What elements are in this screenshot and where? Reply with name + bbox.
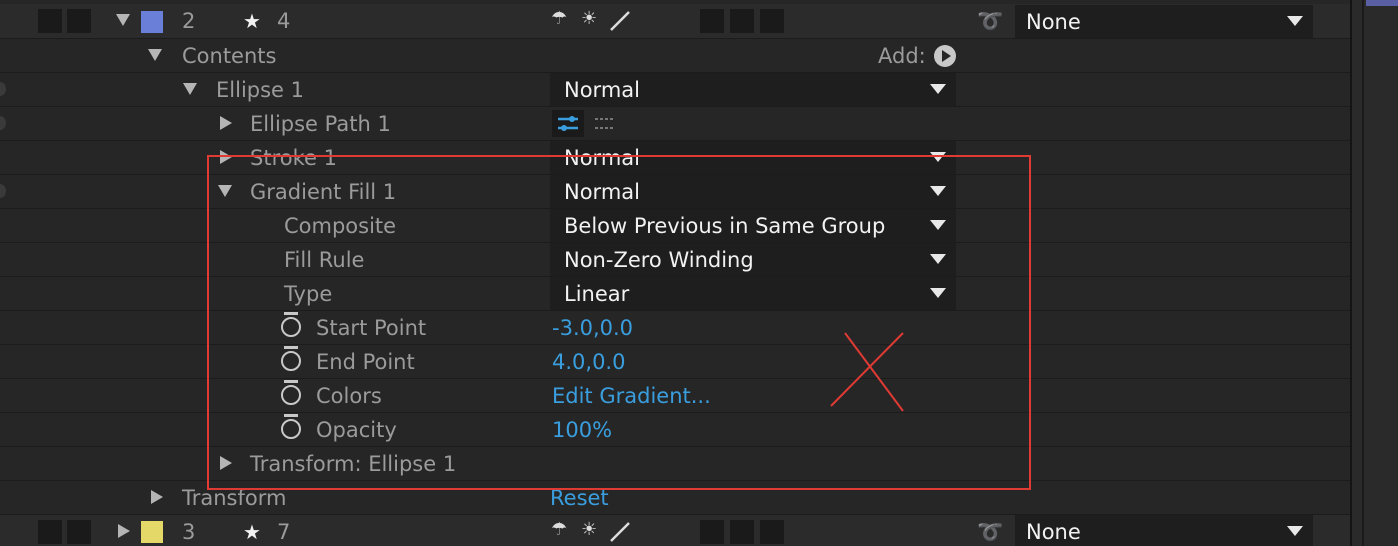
parent-value: None (1026, 520, 1081, 544)
contents-expand-toggle[interactable] (148, 49, 162, 61)
ellipse-path-row[interactable]: Ellipse Path 1 (0, 107, 1350, 141)
shy-icon[interactable]: ☂ (551, 8, 567, 29)
parent-dropdown[interactable]: None (1015, 5, 1313, 38)
contents-row[interactable]: Contents Add: (0, 39, 1350, 73)
layer-switches[interactable]: ☂ ☀ (549, 8, 639, 34)
effect-slash-icon[interactable] (607, 8, 633, 34)
star-icon: ★ (243, 520, 261, 544)
video-switch[interactable] (38, 9, 62, 33)
play-icon (942, 50, 951, 62)
layer-number: 3 (182, 520, 196, 544)
time-indicator-line (1362, 0, 1364, 546)
layer-expand-toggle[interactable] (118, 524, 130, 538)
label-color-swatch[interactable] (141, 521, 163, 543)
label-color-swatch[interactable] (141, 11, 163, 33)
video-switch[interactable] (38, 520, 62, 544)
parent-dropdown[interactable]: None (1015, 515, 1313, 546)
timeline-area[interactable] (1352, 0, 1398, 546)
star-icon: ★ (243, 9, 261, 33)
layer-source-index: 4 (277, 9, 291, 33)
ellipse-blend-dropdown[interactable]: Normal (550, 73, 956, 106)
ellipse-blend-value: Normal (564, 78, 640, 102)
timeline-panel: 2 ★ 4 ☂ ☀ ➰ None Contents Add: Ellipse 1… (0, 0, 1398, 546)
pickwhip-icon[interactable]: ➰ (977, 8, 1003, 34)
layer-switches[interactable]: ☂ ☀ (549, 519, 639, 545)
switch-box-b[interactable] (730, 520, 754, 544)
layer-expand-toggle[interactable] (116, 14, 130, 26)
ellipse-path-expand-toggle[interactable] (220, 116, 232, 130)
path-direction-reverse-icon[interactable] (589, 110, 621, 137)
ellipse-expand-toggle[interactable] (183, 83, 197, 95)
chevron-down-icon (1287, 16, 1303, 26)
quality-icon[interactable]: ☀ (581, 519, 597, 540)
switch-box-c[interactable] (760, 9, 784, 33)
switch-box-a[interactable] (700, 9, 724, 33)
contents-label: Contents (182, 44, 277, 68)
switch-box-b[interactable] (730, 9, 754, 33)
ellipse-group-label: Ellipse 1 (216, 78, 304, 102)
parent-value: None (1026, 10, 1081, 34)
ellipse-group-row[interactable]: Ellipse 1 Normal (0, 73, 1350, 107)
add-label: Add: (878, 44, 926, 68)
quality-icon[interactable]: ☀ (581, 8, 597, 29)
transform-expand-toggle[interactable] (151, 490, 163, 504)
layer-row-3[interactable]: 3 ★ 7 ☂ ☀ ➰ None (0, 515, 1350, 546)
switch-box-c[interactable] (760, 520, 784, 544)
ellipse-path-label: Ellipse Path 1 (250, 112, 391, 136)
layer-row-2[interactable]: 2 ★ 4 ☂ ☀ ➰ None (0, 4, 1350, 39)
solo-switch[interactable] (67, 520, 91, 544)
highlight-box (207, 155, 1031, 490)
red-x-mark (830, 332, 904, 412)
pickwhip-icon[interactable]: ➰ (977, 519, 1003, 545)
layer-source-index: 7 (277, 520, 291, 544)
shy-icon[interactable]: ☂ (551, 519, 567, 540)
chevron-down-icon (1287, 526, 1303, 536)
effect-slash-icon[interactable] (607, 519, 633, 545)
chevron-down-icon (930, 84, 946, 94)
solo-switch[interactable] (67, 9, 91, 33)
layer-number: 2 (182, 9, 196, 33)
switch-box-a[interactable] (700, 520, 724, 544)
add-button[interactable] (934, 45, 956, 67)
work-area-bar[interactable] (1366, 0, 1398, 6)
path-direction-active-icon[interactable] (552, 110, 584, 137)
